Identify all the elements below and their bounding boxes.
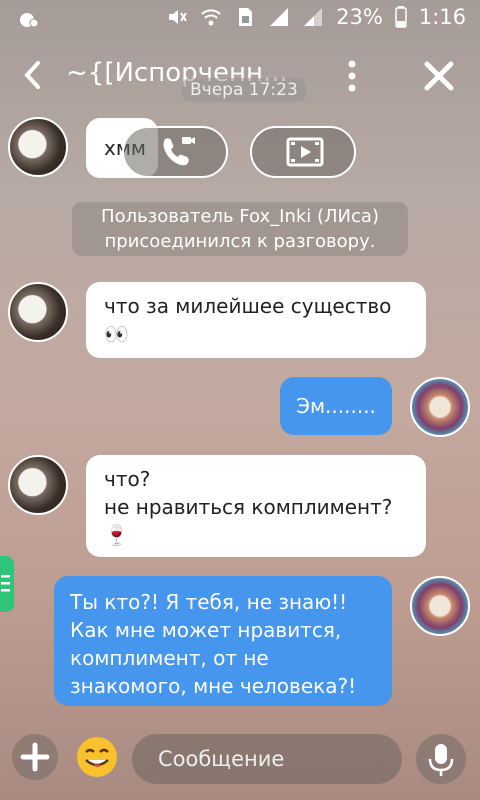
battery-icon [395,6,407,28]
chat-header: ~{[Испорченн... Вчера 17:23 [0,48,480,104]
notification-icon [20,13,39,28]
signal-icon [270,8,289,26]
message-bubble: что за милейшее существо 👀 [86,282,426,358]
microphone-icon [428,744,454,776]
system-message: Пользователь Fox_Inki (ЛИса) присоединил… [72,202,408,256]
video-call-button[interactable] [250,126,356,178]
phone-icon [163,137,195,166]
composer-bar: Сообщение [0,730,480,790]
avatar[interactable] [8,117,68,177]
avatar[interactable] [410,576,470,636]
status-bar: 23% 1:16 [0,0,480,38]
message-bubble: Ты кто?! Я тебя, не знаю!! Как мне может… [54,576,392,706]
video-icon [286,137,324,167]
back-arrow-icon[interactable] [16,56,50,94]
more-options-icon[interactable] [342,56,362,96]
signal-icon [304,8,323,26]
wifi-icon [201,9,221,26]
message-bubble: что? не нравиться комплимент? 🍷 [86,455,426,557]
battery-percent: 23% [336,5,383,29]
avatar[interactable] [410,377,470,437]
clock: 1:16 [418,5,466,29]
menu-icon [1,575,10,592]
avatar[interactable] [8,282,68,342]
plus-icon [20,742,50,772]
emoji-icon [77,737,117,777]
side-drawer-tab[interactable] [0,556,14,612]
message-bubble: Эм........ [280,377,392,435]
voice-message-button[interactable] [416,734,466,784]
avatar[interactable] [8,455,68,515]
attach-button[interactable] [12,734,58,780]
close-icon[interactable] [420,56,458,96]
voice-call-button[interactable] [122,126,228,178]
message-input[interactable]: Сообщение [132,734,402,784]
date-divider: Вчера 17:23 [182,78,306,102]
sim-icon [239,8,253,26]
emoji-button[interactable] [74,734,120,780]
mute-icon [169,10,187,24]
